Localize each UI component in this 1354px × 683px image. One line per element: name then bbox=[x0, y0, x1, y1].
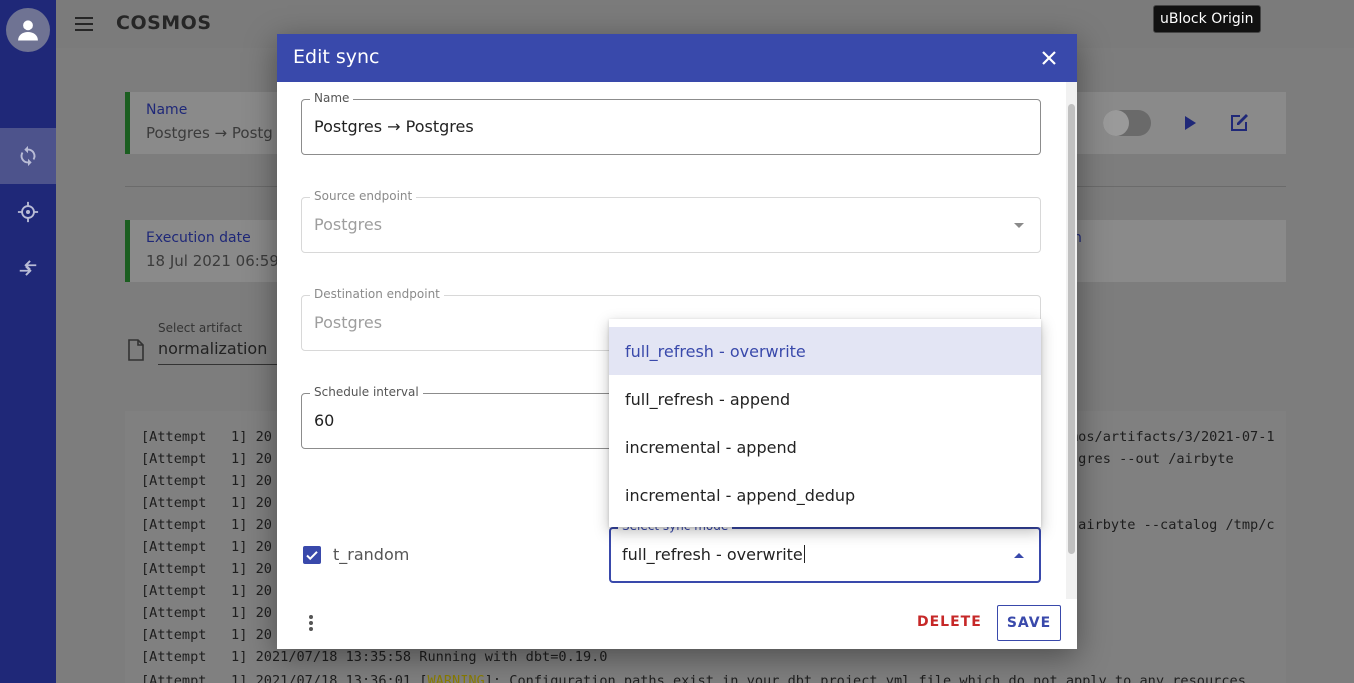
more-vert-icon[interactable] bbox=[301, 613, 321, 633]
dialog-header: Edit sync bbox=[277, 34, 1077, 82]
sidebar bbox=[0, 0, 56, 683]
field-label: Schedule interval bbox=[310, 385, 423, 399]
menu-icon[interactable] bbox=[72, 12, 96, 36]
log-line: [Attempt 1] 20 bbox=[141, 495, 272, 511]
card-label: Execution date bbox=[146, 230, 251, 246]
log-line: [Attempt 1] 20 tgres --out /airbyte bbox=[141, 451, 1234, 467]
sync-mode-select[interactable]: Select sync mode full_refresh - overwrit… bbox=[609, 519, 1041, 583]
card-value: 18 Jul 2021 06:59 bbox=[146, 252, 279, 270]
play-icon[interactable] bbox=[1177, 111, 1201, 135]
field-label: Destination endpoint bbox=[310, 287, 444, 301]
sync-icon bbox=[20, 145, 36, 167]
field-label: Source endpoint bbox=[310, 189, 417, 203]
field-value: full_refresh - overwrite bbox=[622, 545, 805, 564]
crosshair-icon bbox=[17, 201, 39, 223]
stream-checkbox[interactable] bbox=[303, 546, 321, 564]
edit-sync-dialog: Edit sync Name Postgres → Postgres Sourc… bbox=[277, 34, 1077, 649]
card-value: Postgres → Postg bbox=[146, 124, 273, 142]
log-line: [Attempt 1] 20 bbox=[141, 473, 272, 489]
dialog-body: Name Postgres → Postgres Source endpoint… bbox=[277, 82, 1077, 599]
name-field[interactable]: Name Postgres → Postgres bbox=[301, 91, 1041, 155]
field-value: Postgres bbox=[314, 215, 383, 234]
avatar[interactable] bbox=[6, 8, 50, 52]
sidebar-item-endpoints[interactable] bbox=[0, 184, 56, 240]
field-value: Postgres → Postgres bbox=[314, 117, 474, 136]
sync-mode-dropdown: full_refresh - overwrite full_refresh - a… bbox=[609, 319, 1041, 527]
enabled-toggle[interactable] bbox=[1103, 110, 1151, 136]
extension-tooltip: uBlock Origin bbox=[1153, 5, 1261, 33]
transform-icon bbox=[19, 260, 37, 276]
log-line: [Attempt 1] 20/airbyte --catalog /tmp/c bbox=[141, 517, 1275, 533]
log-line: [Attempt 1] 20 bbox=[141, 627, 272, 643]
dialog-title: Edit sync bbox=[293, 46, 380, 68]
app-title: COSMOS bbox=[116, 12, 212, 34]
sync-mode-option[interactable]: full_refresh - overwrite bbox=[609, 327, 1041, 375]
log-line: [Attempt 1] 20 mos/artifacts/3/2021-07-1 bbox=[141, 429, 1275, 445]
check-icon bbox=[306, 551, 318, 561]
dropdown-arrow-up-icon[interactable] bbox=[1014, 553, 1024, 558]
scrollbar-thumb[interactable] bbox=[1068, 104, 1075, 554]
log-line: [Attempt 1] 2021/07/18 13:35:58 Running … bbox=[141, 649, 608, 665]
log-line: [Attempt 1] 2021/07/18 13:36:01 [WARNING… bbox=[141, 673, 1246, 683]
log-line: [Attempt 1] 20 bbox=[141, 605, 272, 621]
field-label: Name bbox=[310, 91, 354, 105]
sync-mode-option[interactable]: full_refresh - append bbox=[609, 375, 1041, 423]
sidebar-item-connectors[interactable] bbox=[0, 240, 56, 296]
delete-button[interactable]: DELETE bbox=[917, 614, 982, 630]
file-icon bbox=[128, 339, 144, 361]
dropdown-arrow-icon bbox=[1014, 223, 1024, 228]
sync-mode-option[interactable]: incremental - append bbox=[609, 423, 1041, 471]
save-button[interactable]: SAVE bbox=[997, 605, 1061, 641]
sync-mode-option[interactable]: incremental - append_dedup bbox=[609, 471, 1041, 519]
log-line: [Attempt 1] 20 bbox=[141, 561, 272, 577]
stream-name: t_random bbox=[333, 545, 410, 564]
artifact-select-label: Select artifact bbox=[158, 321, 243, 335]
sidebar-item-syncs[interactable] bbox=[0, 128, 56, 184]
log-line: [Attempt 1] 20 bbox=[141, 539, 272, 555]
card-label: Name bbox=[146, 102, 188, 118]
warning-tag: WARNING bbox=[427, 673, 485, 683]
field-value: 60 bbox=[314, 411, 335, 430]
log-line: [Attempt 1] 20 bbox=[141, 583, 272, 599]
user-icon bbox=[18, 20, 38, 41]
dialog-footer: DELETE SAVE bbox=[277, 599, 1077, 649]
close-icon[interactable] bbox=[1037, 46, 1061, 70]
field-value: Postgres bbox=[314, 313, 383, 332]
dialog-scrollbar[interactable] bbox=[1066, 82, 1077, 599]
edit-icon[interactable] bbox=[1227, 111, 1251, 135]
source-endpoint-select: Source endpoint Postgres bbox=[301, 189, 1041, 253]
